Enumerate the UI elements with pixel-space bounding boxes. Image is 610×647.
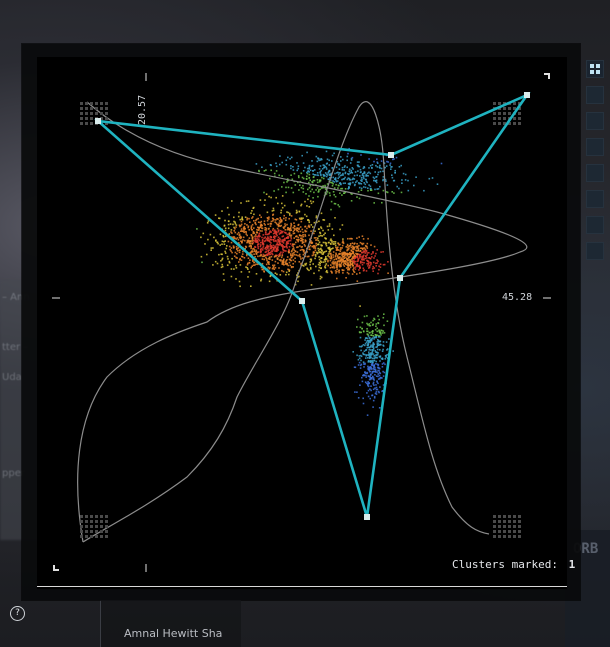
polygon-vertex-handle[interactable] bbox=[388, 152, 394, 158]
polygon-vertex-handle[interactable] bbox=[299, 298, 305, 304]
corner-bracket-tr bbox=[544, 73, 550, 79]
polygon-vertex-handle[interactable] bbox=[95, 118, 101, 124]
character-name: Amnal Hewitt Sha bbox=[124, 627, 223, 640]
polygon-vertex-handle[interactable] bbox=[524, 92, 530, 98]
polygon-vertex-handle[interactable] bbox=[397, 275, 403, 281]
sidebar-slot-button[interactable] bbox=[586, 112, 604, 130]
scatter-plot[interactable] bbox=[37, 57, 567, 589]
help-icon[interactable]: ? bbox=[10, 606, 25, 621]
polygon-vertex-handle[interactable] bbox=[364, 514, 370, 520]
clusters-marked-count: 1 bbox=[568, 558, 576, 571]
cluster-polygon[interactable] bbox=[94, 91, 531, 518]
screen: – Ann tter – Uda pper ORB 20.57 45.28 Cl… bbox=[0, 0, 610, 647]
sidebar-slot-button[interactable] bbox=[586, 86, 604, 104]
distribution-curve bbox=[77, 101, 528, 543]
sidebar-slot-button[interactable] bbox=[586, 242, 604, 260]
sidebar-slot-button[interactable] bbox=[586, 138, 604, 156]
corner-bracket-bl bbox=[53, 565, 59, 571]
scatter-points bbox=[196, 142, 443, 416]
progress-baseline bbox=[37, 586, 567, 587]
polygon-vertices[interactable] bbox=[95, 92, 530, 520]
vertical-marker-value: 20.57 bbox=[137, 94, 148, 125]
grid-icon bbox=[590, 64, 600, 74]
clusters-marked-status: Clusters marked: 1 bbox=[452, 558, 575, 571]
grid-view-button[interactable] bbox=[586, 60, 604, 78]
tool-sidebar bbox=[586, 60, 604, 268]
sidebar-slot-button[interactable] bbox=[586, 164, 604, 182]
horizontal-marker-value: 45.28 bbox=[502, 292, 533, 303]
corner-grid-markers bbox=[80, 102, 521, 538]
sidebar-slot-button[interactable] bbox=[586, 216, 604, 234]
background-text: Uda bbox=[2, 372, 22, 383]
clusters-marked-label: Clusters marked: bbox=[452, 558, 558, 571]
sidebar-slot-button[interactable] bbox=[586, 190, 604, 208]
scatter-plot-area[interactable] bbox=[37, 57, 567, 589]
